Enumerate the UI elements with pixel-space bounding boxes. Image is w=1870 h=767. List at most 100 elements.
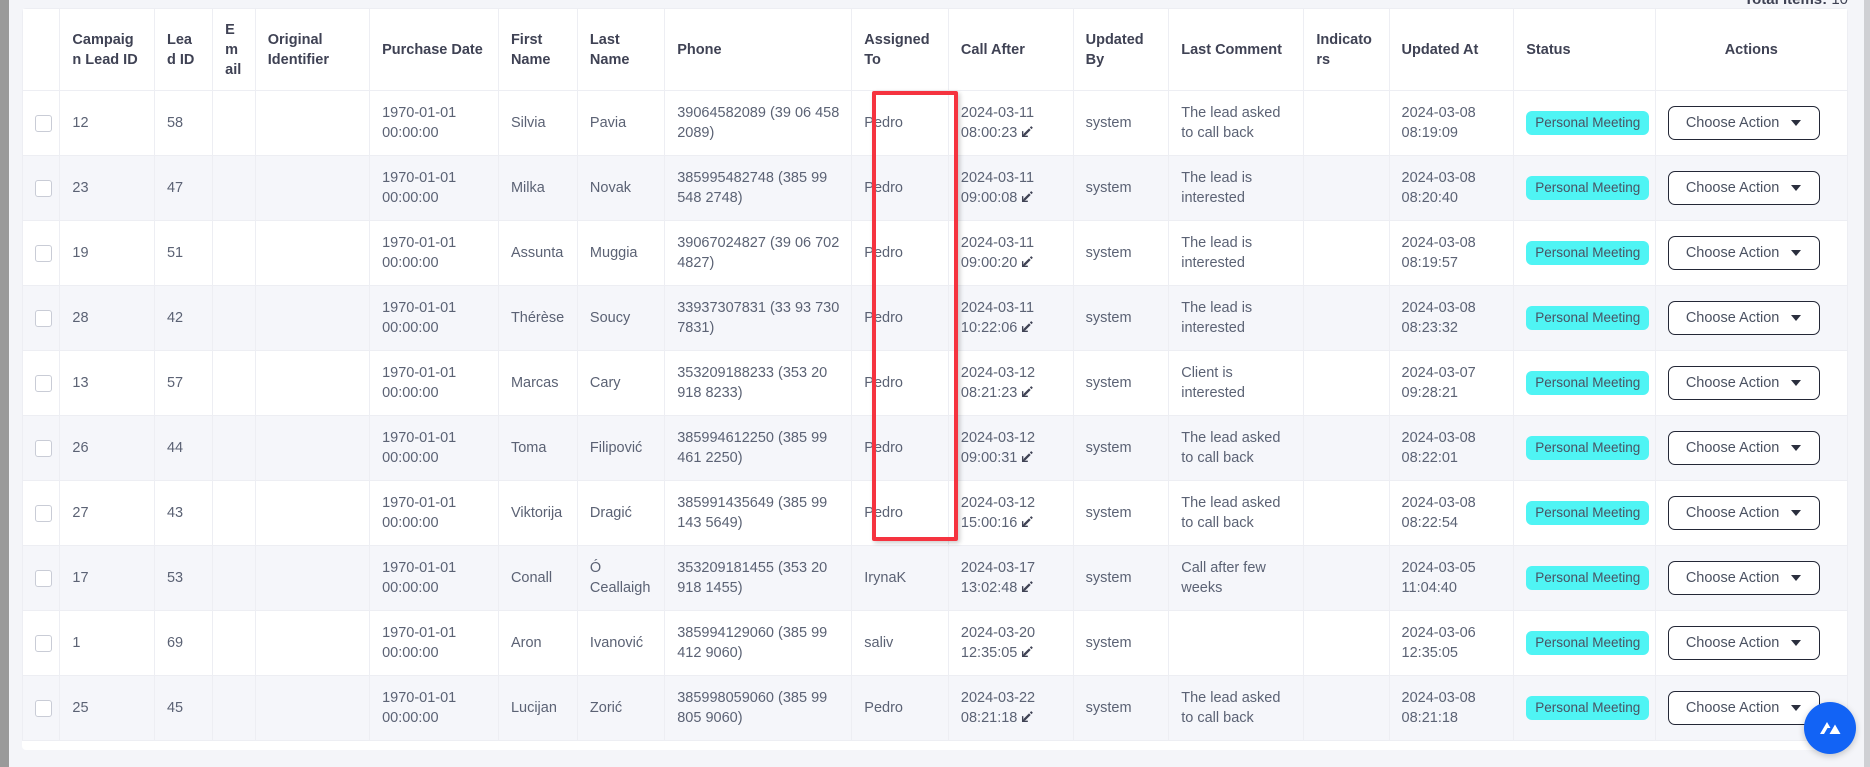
cell-assigned-to: Pedro: [851, 415, 949, 481]
choose-action-label: Choose Action: [1685, 505, 1780, 521]
edit-icon[interactable]: [1021, 450, 1034, 463]
cell-original-identifier: [254, 285, 371, 351]
column-header-phone[interactable]: Phone: [664, 8, 853, 91]
column-header-indicators[interactable]: Indicators: [1303, 8, 1390, 91]
choose-action-button[interactable]: Choose Action: [1667, 366, 1820, 400]
row-select-cell[interactable]: [22, 350, 61, 416]
row-select-cell[interactable]: [22, 675, 61, 741]
edit-icon[interactable]: [1021, 515, 1034, 528]
status-badge: Personal Meeting: [1526, 370, 1650, 396]
edit-icon[interactable]: [1021, 710, 1034, 723]
cell-updated-by: system: [1072, 415, 1170, 481]
cell-first-name: Conall: [497, 545, 578, 611]
choose-action-button[interactable]: Choose Action: [1667, 561, 1820, 595]
row-select-cell[interactable]: [22, 480, 61, 546]
cell-actions: Choose Action: [1654, 350, 1848, 416]
table-row: 17 53 1970-01-01 00:00:00 Conall Ó Ceallaigh…: [22, 545, 1848, 611]
choose-action-button[interactable]: Choose Action: [1667, 691, 1820, 725]
table-row: 28 42 1970-01-01 00:00:00 Thérèse Soucy 33937…: [22, 285, 1848, 351]
edit-icon[interactable]: [1021, 385, 1034, 398]
edit-icon[interactable]: [1021, 580, 1034, 593]
column-header-last-comment[interactable]: Last Comment: [1168, 8, 1305, 91]
cell-indicators: [1303, 545, 1390, 611]
choose-action-button[interactable]: Choose Action: [1667, 301, 1820, 335]
choose-action-button[interactable]: Choose Action: [1667, 106, 1820, 140]
cell-last-comment: Call after few weeks: [1168, 545, 1305, 611]
column-header-assigned-to[interactable]: Assigned To: [851, 8, 949, 91]
cell-updated-at: 2024-03-08 08:23:32: [1388, 285, 1515, 351]
chevron-down-icon: [1791, 250, 1802, 256]
row-select-cell[interactable]: [22, 285, 61, 351]
cell-email: [212, 90, 256, 156]
status-badge: Personal Meeting: [1526, 565, 1650, 591]
column-header-lead-id[interactable]: Lead ID: [153, 8, 214, 91]
row-checkbox[interactable]: [35, 569, 52, 587]
cell-last-name: Pavia: [576, 90, 666, 156]
edit-icon[interactable]: [1021, 255, 1034, 268]
leads-table-card: Campaign Lead ID Lead ID Email Original …: [22, 8, 1848, 750]
cell-email: [212, 480, 256, 546]
column-header-campaign-lead-id[interactable]: Campaign Lead ID: [59, 8, 155, 91]
cell-original-identifier: [254, 90, 371, 156]
chevron-down-icon: [1791, 120, 1802, 126]
row-checkbox[interactable]: [35, 634, 52, 652]
edit-icon[interactable]: [1021, 125, 1034, 138]
edit-icon[interactable]: [1021, 190, 1034, 203]
column-header-call-after[interactable]: Call After: [947, 8, 1074, 91]
row-checkbox[interactable]: [35, 179, 52, 197]
cell-last-name: Muggia: [576, 220, 666, 286]
column-header-updated-at[interactable]: Updated At: [1388, 8, 1515, 91]
brand-logo-icon-button[interactable]: [1804, 702, 1856, 754]
cell-updated-at: 2024-03-06 12:35:05: [1388, 610, 1515, 676]
cell-last-comment: The lead asked to call back: [1168, 480, 1305, 546]
row-checkbox[interactable]: [35, 504, 52, 522]
cell-email: [212, 285, 256, 351]
row-checkbox[interactable]: [35, 439, 52, 457]
status-badge: Personal Meeting: [1526, 500, 1650, 526]
choose-action-label: Choose Action: [1685, 310, 1780, 326]
row-checkbox[interactable]: [35, 374, 52, 392]
column-header-status[interactable]: Status: [1513, 8, 1656, 91]
column-header-purchase-date[interactable]: Purchase Date: [369, 8, 499, 91]
cell-assigned-to: Pedro: [851, 350, 949, 416]
cell-first-name: Toma: [497, 415, 578, 481]
column-header-email[interactable]: Email: [212, 8, 256, 91]
page-right-gutter: [1864, 0, 1870, 767]
column-header-original-identifier[interactable]: Original Identifier: [254, 8, 371, 91]
choose-action-button[interactable]: Choose Action: [1667, 431, 1820, 465]
table-body: 12 58 1970-01-01 00:00:00 Silvia Pavia 390645…: [22, 90, 1848, 741]
row-select-cell[interactable]: [22, 155, 61, 221]
row-select-cell[interactable]: [22, 610, 61, 676]
edit-icon[interactable]: [1021, 320, 1034, 333]
choose-action-button[interactable]: Choose Action: [1667, 236, 1820, 270]
cell-updated-by: system: [1072, 480, 1170, 546]
row-select-cell[interactable]: [22, 545, 61, 611]
cell-original-identifier: [254, 545, 371, 611]
cell-original-identifier: [254, 480, 371, 546]
cell-original-identifier: [254, 350, 371, 416]
cell-campaign-lead-id: 1: [59, 610, 155, 676]
column-header-first-name[interactable]: First Name: [497, 8, 578, 91]
column-header-updated-by[interactable]: Updated By: [1072, 8, 1170, 91]
cell-actions: Choose Action: [1654, 610, 1848, 676]
cell-purchase-date: 1970-01-01 00:00:00: [369, 285, 499, 351]
row-checkbox[interactable]: [35, 699, 52, 717]
row-select-cell[interactable]: [22, 220, 61, 286]
choose-action-button[interactable]: Choose Action: [1667, 626, 1820, 660]
row-checkbox[interactable]: [35, 114, 52, 132]
cell-actions: Choose Action: [1654, 90, 1848, 156]
cell-updated-at: 2024-03-08 08:20:40: [1388, 155, 1515, 221]
edit-icon[interactable]: [1021, 645, 1034, 658]
cell-updated-at: 2024-03-08 08:19:09: [1388, 90, 1515, 156]
choose-action-button[interactable]: Choose Action: [1667, 171, 1820, 205]
choose-action-button[interactable]: Choose Action: [1667, 496, 1820, 530]
row-checkbox[interactable]: [35, 309, 52, 327]
table-row: 1 69 1970-01-01 00:00:00 Aron Ivanović 385994…: [22, 610, 1848, 676]
cell-lead-id: 47: [153, 155, 214, 221]
choose-action-label: Choose Action: [1685, 570, 1780, 586]
row-checkbox[interactable]: [35, 244, 52, 262]
choose-action-label: Choose Action: [1685, 180, 1780, 196]
row-select-cell[interactable]: [22, 415, 61, 481]
column-header-last-name[interactable]: Last Name: [576, 8, 666, 91]
row-select-cell[interactable]: [22, 90, 61, 156]
